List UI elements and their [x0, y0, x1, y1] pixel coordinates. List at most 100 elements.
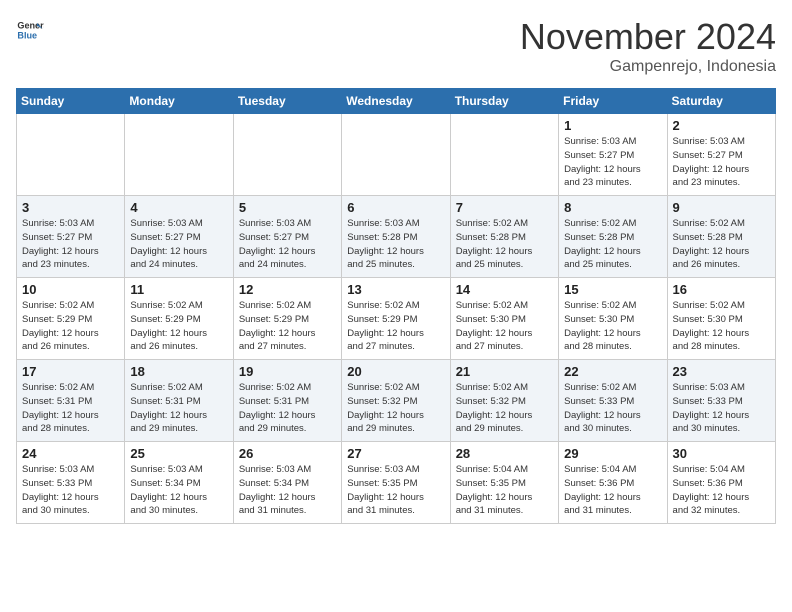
calendar-cell: 13Sunrise: 5:02 AM Sunset: 5:29 PM Dayli… — [342, 278, 450, 360]
header-saturday: Saturday — [667, 89, 775, 114]
day-info: Sunrise: 5:02 AM Sunset: 5:33 PM Dayligh… — [564, 381, 661, 436]
calendar-cell — [233, 114, 341, 196]
calendar-cell: 6 Sunrise: 5:03 AM Sunset: 5:28 PM Daylig… — [342, 196, 450, 278]
day-info: Sunrise: 5:03 AM Sunset: 5:33 PM Dayligh… — [22, 463, 119, 518]
day-number: 25 — [130, 446, 227, 461]
day-info: Sunrise: 5:04 AM Sunset: 5:36 PM Dayligh… — [564, 463, 661, 518]
day-number: 6 — [347, 200, 444, 215]
week-row-4: 24 Sunrise: 5:03 AM Sunset: 5:33 PM Dayli… — [17, 442, 776, 524]
calendar-cell: 11 Sunrise: 5:02 AM Sunset: 5:29 PM Dayli… — [125, 278, 233, 360]
day-number: 21 — [456, 364, 553, 379]
calendar-cell: 3 Sunrise: 5:03 AM Sunset: 5:27 PM Daylig… — [17, 196, 125, 278]
day-info: Sunrise: 5:03 AM Sunset: 5:35 PM Dayligh… — [347, 463, 444, 518]
calendar-cell: 26Sunrise: 5:03 AM Sunset: 5:34 PM Dayli… — [233, 442, 341, 524]
day-number: 4 — [130, 200, 227, 215]
day-number: 20 — [347, 364, 444, 379]
day-number: 5 — [239, 200, 336, 215]
week-row-0: 1 Sunrise: 5:03 AM Sunset: 5:27 PM Daylig… — [17, 114, 776, 196]
calendar-cell: 4 Sunrise: 5:03 AM Sunset: 5:27 PM Daylig… — [125, 196, 233, 278]
calendar-cell: 30 Sunrise: 5:04 AM Sunset: 5:36 PM Dayli… — [667, 442, 775, 524]
calendar-cell: 1 Sunrise: 5:03 AM Sunset: 5:27 PM Daylig… — [559, 114, 667, 196]
day-number: 14 — [456, 282, 553, 297]
day-info: Sunrise: 5:02 AM Sunset: 5:29 PM Dayligh… — [239, 299, 336, 354]
calendar-cell: 28 Sunrise: 5:04 AM Sunset: 5:35 PM Dayli… — [450, 442, 558, 524]
day-number: 22 — [564, 364, 661, 379]
day-number: 30 — [673, 446, 770, 461]
calendar-cell: 2Sunrise: 5:03 AM Sunset: 5:27 PM Daylig… — [667, 114, 775, 196]
day-info: Sunrise: 5:02 AM Sunset: 5:28 PM Dayligh… — [673, 217, 770, 272]
calendar-cell: 19 Sunrise: 5:02 AM Sunset: 5:31 PM Dayli… — [233, 360, 341, 442]
calendar-cell — [342, 114, 450, 196]
calendar-cell: 20 Sunrise: 5:02 AM Sunset: 5:32 PM Dayli… — [342, 360, 450, 442]
day-number: 11 — [130, 282, 227, 297]
calendar-cell: 29Sunrise: 5:04 AM Sunset: 5:36 PM Dayli… — [559, 442, 667, 524]
calendar-cell: 8 Sunrise: 5:02 AM Sunset: 5:28 PM Daylig… — [559, 196, 667, 278]
header-tuesday: Tuesday — [233, 89, 341, 114]
day-number: 17 — [22, 364, 119, 379]
calendar-cell: 24 Sunrise: 5:03 AM Sunset: 5:33 PM Dayli… — [17, 442, 125, 524]
day-number: 24 — [22, 446, 119, 461]
day-info: Sunrise: 5:03 AM Sunset: 5:27 PM Dayligh… — [22, 217, 119, 272]
day-number: 8 — [564, 200, 661, 215]
day-info: Sunrise: 5:03 AM Sunset: 5:34 PM Dayligh… — [239, 463, 336, 518]
day-info: Sunrise: 5:02 AM Sunset: 5:32 PM Dayligh… — [456, 381, 553, 436]
calendar-cell: 23 Sunrise: 5:03 AM Sunset: 5:33 PM Dayli… — [667, 360, 775, 442]
day-info: Sunrise: 5:02 AM Sunset: 5:31 PM Dayligh… — [22, 381, 119, 436]
day-info: Sunrise: 5:04 AM Sunset: 5:36 PM Dayligh… — [673, 463, 770, 518]
calendar-cell: 10 Sunrise: 5:02 AM Sunset: 5:29 PM Dayli… — [17, 278, 125, 360]
calendar-cell: 5 Sunrise: 5:03 AM Sunset: 5:27 PM Daylig… — [233, 196, 341, 278]
day-info: Sunrise: 5:02 AM Sunset: 5:29 PM Dayligh… — [347, 299, 444, 354]
day-number: 2 — [673, 118, 770, 133]
header-friday: Friday — [559, 89, 667, 114]
day-info: Sunrise: 5:02 AM Sunset: 5:31 PM Dayligh… — [239, 381, 336, 436]
day-info: Sunrise: 5:03 AM Sunset: 5:27 PM Dayligh… — [564, 135, 661, 190]
day-number: 16 — [673, 282, 770, 297]
day-info: Sunrise: 5:03 AM Sunset: 5:33 PM Dayligh… — [673, 381, 770, 436]
header-thursday: Thursday — [450, 89, 558, 114]
calendar-cell — [450, 114, 558, 196]
day-number: 15 — [564, 282, 661, 297]
calendar-cell: 17 Sunrise: 5:02 AM Sunset: 5:31 PM Dayli… — [17, 360, 125, 442]
day-number: 1 — [564, 118, 661, 133]
day-info: Sunrise: 5:02 AM Sunset: 5:32 PM Dayligh… — [347, 381, 444, 436]
calendar-cell: 27 Sunrise: 5:03 AM Sunset: 5:35 PM Dayli… — [342, 442, 450, 524]
calendar-cell — [17, 114, 125, 196]
week-row-1: 3 Sunrise: 5:03 AM Sunset: 5:27 PM Daylig… — [17, 196, 776, 278]
day-info: Sunrise: 5:02 AM Sunset: 5:28 PM Dayligh… — [564, 217, 661, 272]
day-info: Sunrise: 5:02 AM Sunset: 5:30 PM Dayligh… — [673, 299, 770, 354]
calendar-cell: 25 Sunrise: 5:03 AM Sunset: 5:34 PM Dayli… — [125, 442, 233, 524]
day-info: Sunrise: 5:02 AM Sunset: 5:29 PM Dayligh… — [22, 299, 119, 354]
header-wednesday: Wednesday — [342, 89, 450, 114]
day-number: 12 — [239, 282, 336, 297]
calendar-cell: 15 Sunrise: 5:02 AM Sunset: 5:30 PM Dayli… — [559, 278, 667, 360]
day-info: Sunrise: 5:03 AM Sunset: 5:28 PM Dayligh… — [347, 217, 444, 272]
day-info: Sunrise: 5:02 AM Sunset: 5:30 PM Dayligh… — [564, 299, 661, 354]
day-info: Sunrise: 5:03 AM Sunset: 5:27 PM Dayligh… — [239, 217, 336, 272]
header-monday: Monday — [125, 89, 233, 114]
calendar-cell — [125, 114, 233, 196]
location: Gampenrejo, Indonesia — [520, 58, 776, 76]
day-number: 3 — [22, 200, 119, 215]
svg-text:Blue: Blue — [17, 30, 37, 40]
logo-icon: General Blue — [16, 16, 44, 44]
day-info: Sunrise: 5:03 AM Sunset: 5:27 PM Dayligh… — [130, 217, 227, 272]
day-info: Sunrise: 5:02 AM Sunset: 5:28 PM Dayligh… — [456, 217, 553, 272]
day-number: 27 — [347, 446, 444, 461]
calendar-cell: 7Sunrise: 5:02 AM Sunset: 5:28 PM Daylig… — [450, 196, 558, 278]
page-header: General Blue November 2024 Gampenrejo, I… — [16, 16, 776, 76]
day-number: 28 — [456, 446, 553, 461]
day-number: 18 — [130, 364, 227, 379]
calendar-cell: 22 Sunrise: 5:02 AM Sunset: 5:33 PM Dayli… — [559, 360, 667, 442]
day-number: 23 — [673, 364, 770, 379]
day-number: 10 — [22, 282, 119, 297]
svg-text:General: General — [17, 21, 44, 31]
calendar-cell: 16 Sunrise: 5:02 AM Sunset: 5:30 PM Dayli… — [667, 278, 775, 360]
header-sunday: Sunday — [17, 89, 125, 114]
day-number: 19 — [239, 364, 336, 379]
day-number: 9 — [673, 200, 770, 215]
day-info: Sunrise: 5:03 AM Sunset: 5:34 PM Dayligh… — [130, 463, 227, 518]
logo: General Blue — [16, 16, 44, 44]
title-area: November 2024 Gampenrejo, Indonesia — [520, 16, 776, 76]
day-info: Sunrise: 5:02 AM Sunset: 5:29 PM Dayligh… — [130, 299, 227, 354]
day-info: Sunrise: 5:04 AM Sunset: 5:35 PM Dayligh… — [456, 463, 553, 518]
